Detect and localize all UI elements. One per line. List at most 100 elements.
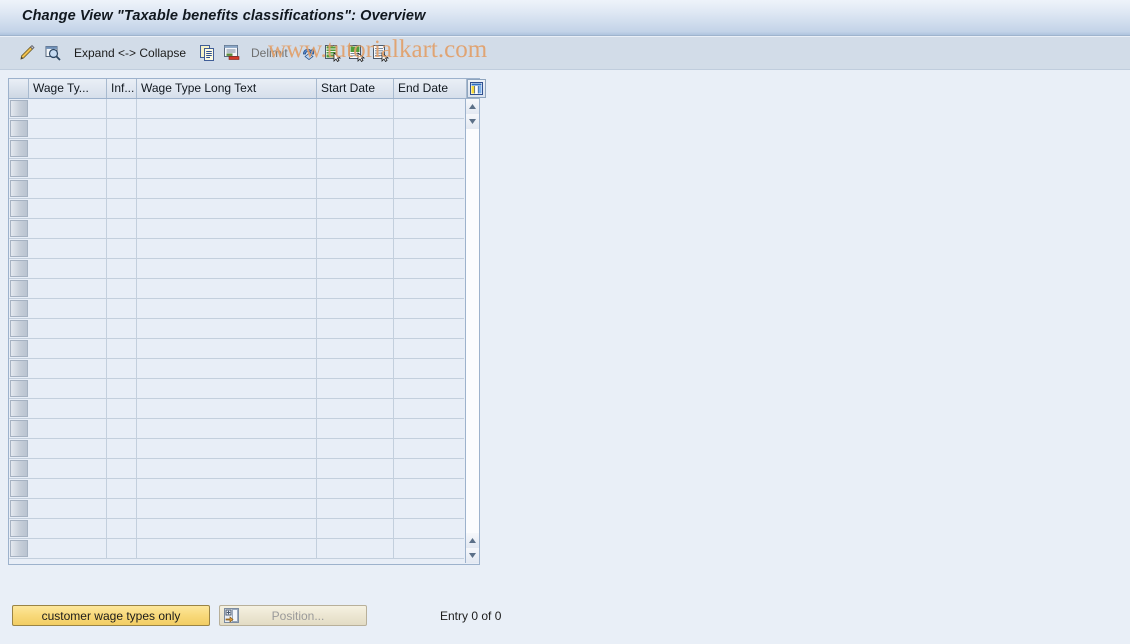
- cell-wage_type[interactable]: [29, 179, 107, 198]
- row-select-button[interactable]: [10, 460, 28, 477]
- scrollbar-track[interactable]: [466, 129, 479, 533]
- cell-start_date[interactable]: [317, 179, 394, 198]
- cell-wage_type[interactable]: [29, 359, 107, 378]
- cell-long_text[interactable]: [137, 179, 317, 198]
- table-row[interactable]: [9, 359, 467, 379]
- cell-infotype[interactable]: [107, 239, 137, 258]
- cell-start_date[interactable]: [317, 339, 394, 358]
- cell-infotype[interactable]: [107, 519, 137, 538]
- cell-infotype[interactable]: [107, 119, 137, 138]
- cell-start_date[interactable]: [317, 359, 394, 378]
- row-select-button[interactable]: [10, 100, 28, 117]
- cell-start_date[interactable]: [317, 439, 394, 458]
- cell-end_date[interactable]: [394, 179, 467, 198]
- cell-infotype[interactable]: [107, 379, 137, 398]
- row-select-button[interactable]: [10, 160, 28, 177]
- cell-long_text[interactable]: [137, 259, 317, 278]
- row-select-button[interactable]: [10, 200, 28, 217]
- table-row[interactable]: [9, 139, 467, 159]
- row-select-button[interactable]: [10, 320, 28, 337]
- row-select-button[interactable]: [10, 440, 28, 457]
- cell-start_date[interactable]: [317, 139, 394, 158]
- cell-long_text[interactable]: [137, 419, 317, 438]
- cell-start_date[interactable]: [317, 499, 394, 518]
- column-header-long_text[interactable]: Wage Type Long Text: [137, 79, 317, 98]
- table-row[interactable]: [9, 379, 467, 399]
- cell-long_text[interactable]: [137, 219, 317, 238]
- row-select-button[interactable]: [10, 520, 28, 537]
- row-select-button[interactable]: [10, 240, 28, 257]
- cell-start_date[interactable]: [317, 459, 394, 478]
- cell-infotype[interactable]: [107, 99, 137, 118]
- cell-end_date[interactable]: [394, 399, 467, 418]
- cell-long_text[interactable]: [137, 119, 317, 138]
- cell-wage_type[interactable]: [29, 99, 107, 118]
- cell-infotype[interactable]: [107, 539, 137, 558]
- table-row[interactable]: [9, 199, 467, 219]
- cell-long_text[interactable]: [137, 539, 317, 558]
- row-select-button[interactable]: [10, 180, 28, 197]
- scroll-down-icon[interactable]: [466, 533, 479, 548]
- cell-start_date[interactable]: [317, 299, 394, 318]
- select-all-corner[interactable]: [9, 79, 29, 98]
- row-select-button[interactable]: [10, 500, 28, 517]
- cell-start_date[interactable]: [317, 319, 394, 338]
- delimit-button[interactable]: Delimit: [247, 41, 292, 65]
- cell-end_date[interactable]: [394, 319, 467, 338]
- cell-wage_type[interactable]: [29, 299, 107, 318]
- cell-infotype[interactable]: [107, 499, 137, 518]
- cell-start_date[interactable]: [317, 479, 394, 498]
- row-select-button[interactable]: [10, 220, 28, 237]
- cell-infotype[interactable]: [107, 219, 137, 238]
- cell-start_date[interactable]: [317, 379, 394, 398]
- column-header-wage_type[interactable]: Wage Ty...: [29, 79, 107, 98]
- delete-icon[interactable]: [221, 41, 243, 65]
- cell-long_text[interactable]: [137, 339, 317, 358]
- cell-wage_type[interactable]: [29, 519, 107, 538]
- cell-end_date[interactable]: [394, 519, 467, 538]
- cell-infotype[interactable]: [107, 159, 137, 178]
- cell-start_date[interactable]: [317, 199, 394, 218]
- cell-wage_type[interactable]: [29, 259, 107, 278]
- row-select-button[interactable]: [10, 340, 28, 357]
- cell-end_date[interactable]: [394, 99, 467, 118]
- cell-infotype[interactable]: [107, 319, 137, 338]
- cell-start_date[interactable]: [317, 419, 394, 438]
- cell-infotype[interactable]: [107, 259, 137, 278]
- copy-as-icon[interactable]: [197, 41, 219, 65]
- table-row[interactable]: [9, 339, 467, 359]
- cell-wage_type[interactable]: [29, 339, 107, 358]
- cell-end_date[interactable]: [394, 259, 467, 278]
- table-row[interactable]: [9, 299, 467, 319]
- row-select-button[interactable]: [10, 300, 28, 317]
- table-row[interactable]: [9, 159, 467, 179]
- cell-wage_type[interactable]: [29, 419, 107, 438]
- scroll-page-down-icon[interactable]: [466, 548, 479, 563]
- cell-end_date[interactable]: [394, 419, 467, 438]
- cell-wage_type[interactable]: [29, 539, 107, 558]
- table-row[interactable]: [9, 539, 467, 559]
- cell-wage_type[interactable]: [29, 319, 107, 338]
- cell-end_date[interactable]: [394, 299, 467, 318]
- cell-infotype[interactable]: [107, 199, 137, 218]
- row-select-button[interactable]: [10, 400, 28, 417]
- cell-wage_type[interactable]: [29, 239, 107, 258]
- row-select-button[interactable]: [10, 480, 28, 497]
- row-select-button[interactable]: [10, 420, 28, 437]
- cell-long_text[interactable]: [137, 279, 317, 298]
- column-header-start_date[interactable]: Start Date: [317, 79, 394, 98]
- cell-start_date[interactable]: [317, 99, 394, 118]
- cell-end_date[interactable]: [394, 239, 467, 258]
- row-select-button[interactable]: [10, 540, 28, 557]
- cell-infotype[interactable]: [107, 279, 137, 298]
- cell-end_date[interactable]: [394, 539, 467, 558]
- row-select-button[interactable]: [10, 280, 28, 297]
- row-select-button[interactable]: [10, 360, 28, 377]
- cell-end_date[interactable]: [394, 139, 467, 158]
- select-block-icon[interactable]: [346, 41, 368, 65]
- cell-start_date[interactable]: [317, 219, 394, 238]
- cell-long_text[interactable]: [137, 439, 317, 458]
- cell-wage_type[interactable]: [29, 379, 107, 398]
- table-row[interactable]: [9, 439, 467, 459]
- table-row[interactable]: [9, 319, 467, 339]
